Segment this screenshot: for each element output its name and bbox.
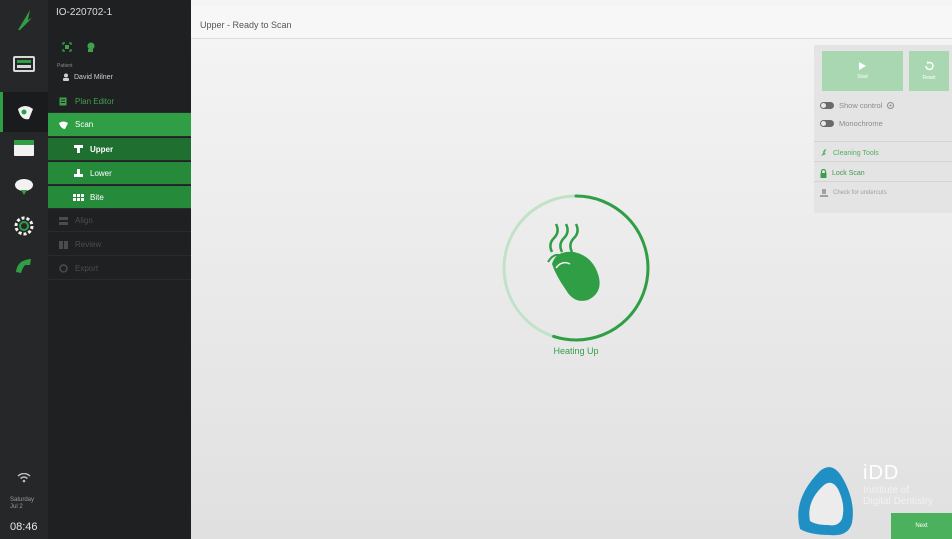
heating-scanner-icon xyxy=(547,223,600,301)
day-label: Saturday xyxy=(10,497,35,503)
case-id: IO-220702-1 xyxy=(56,7,113,18)
export-icon xyxy=(57,264,69,273)
review-icon xyxy=(57,240,69,249)
show-control-toggle[interactable] xyxy=(820,102,834,109)
start-button-label: Start xyxy=(857,74,868,80)
case-sidebar: IO-220702-1 Patient David Milner Plan Ed… xyxy=(48,0,191,539)
main-area: Upper - Ready to Scan Heating Up Start R… xyxy=(191,0,952,539)
case-mini-toolbar xyxy=(62,42,96,52)
app-logo-icon[interactable] xyxy=(0,0,48,40)
reset-icon xyxy=(925,61,934,71)
document-icon xyxy=(57,97,69,106)
nav-plan-editor[interactable]: Plan Editor xyxy=(48,91,191,113)
scanner-icon xyxy=(57,120,69,130)
lock-icon xyxy=(820,169,827,178)
scan-frame-icon[interactable] xyxy=(62,42,72,52)
next-button[interactable]: Next xyxy=(891,513,952,539)
lower-jaw-icon xyxy=(72,169,84,177)
nav-plan-editor-label: Plan Editor xyxy=(75,97,115,106)
patient-head-icon[interactable] xyxy=(86,42,96,52)
brush-icon xyxy=(821,149,827,156)
panel-divider xyxy=(814,161,952,162)
align-icon xyxy=(57,216,69,225)
nav-scan-bite[interactable]: Bite xyxy=(48,186,191,209)
monochrome-toggle-row[interactable]: Monochrome xyxy=(820,119,883,128)
scan-control-panel: Start Reset Show control Monochrome Clea… xyxy=(814,45,952,213)
nav-scan-label: Scan xyxy=(75,120,94,129)
bite-icon xyxy=(72,193,84,201)
nav-export-label: Export xyxy=(75,264,99,273)
nav-export[interactable]: Export xyxy=(48,258,191,280)
logo-line-2: Digital Dentistry xyxy=(863,496,934,507)
status-bar: Upper - Ready to Scan xyxy=(191,6,952,39)
icon-rail: Saturday Jul 2 08:46 xyxy=(0,0,48,539)
nav-review-label: Review xyxy=(75,240,102,249)
show-control-toggle-row[interactable]: Show control xyxy=(820,101,895,110)
settings-icon[interactable] xyxy=(0,206,48,246)
idd-logo-text: iDD Institute of Digital Dentistry xyxy=(863,462,933,507)
patient-name-row: David Milner xyxy=(62,73,113,81)
next-button-label: Next xyxy=(915,523,928,529)
heating-label: Heating Up xyxy=(553,346,599,356)
date-display: Saturday Jul 2 xyxy=(0,497,48,511)
nav-review[interactable]: Review xyxy=(48,234,191,256)
upper-jaw-icon xyxy=(72,145,84,153)
nav-scan[interactable]: Scan xyxy=(48,113,191,137)
start-button[interactable]: Start xyxy=(822,51,903,91)
nav-scan-lower[interactable]: Lower xyxy=(48,162,191,185)
dashboard-icon[interactable] xyxy=(0,44,48,84)
nav-scan-bite-label: Bite xyxy=(90,192,104,202)
panel-divider xyxy=(814,141,952,142)
monochrome-label: Monochrome xyxy=(839,119,883,128)
patient-name: David Milner xyxy=(74,73,113,81)
check-undercuts-label: Check for undercuts xyxy=(833,190,887,196)
wifi-icon[interactable] xyxy=(0,468,48,488)
browser-icon[interactable] xyxy=(0,128,48,168)
date-label: Jul 2 xyxy=(10,504,23,510)
nav-scan-upper-label: Upper xyxy=(90,144,114,154)
show-control-label: Show control xyxy=(839,101,883,110)
nav-align[interactable]: Align xyxy=(48,210,191,232)
reset-button-label: Reset xyxy=(922,75,936,81)
check-undercuts-button[interactable]: Check for undercuts xyxy=(820,189,887,197)
logo-abbr: iDD xyxy=(863,462,900,484)
cleaning-tools-label: Cleaning Tools xyxy=(833,149,879,157)
info-icon[interactable] xyxy=(887,102,895,109)
scan-status: Upper - Ready to Scan xyxy=(200,20,292,30)
lock-scan-button[interactable]: Lock Scan xyxy=(820,169,865,178)
idd-logo-icon xyxy=(790,459,860,539)
monochrome-toggle[interactable] xyxy=(820,120,834,127)
nav-scan-upper[interactable]: Upper xyxy=(48,138,191,161)
cleaning-tools-button[interactable]: Cleaning Tools xyxy=(820,149,879,157)
logo-line-1: Institute of xyxy=(863,485,910,496)
cloud-icon[interactable] xyxy=(0,166,48,206)
person-icon xyxy=(63,73,69,81)
play-icon xyxy=(859,62,866,70)
lock-scan-label: Lock Scan xyxy=(832,170,865,177)
heating-progress-ring xyxy=(500,192,652,344)
nav-align-label: Align xyxy=(75,216,93,225)
reset-button[interactable]: Reset xyxy=(909,51,949,91)
undercut-icon xyxy=(820,189,828,197)
phone-icon[interactable] xyxy=(0,246,48,286)
nav-scan-lower-label: Lower xyxy=(90,168,112,178)
panel-divider xyxy=(814,181,952,182)
scan-mode-icon[interactable] xyxy=(0,92,48,132)
patient-label: Patient xyxy=(57,63,73,69)
clock-label: 08:46 xyxy=(10,521,38,533)
